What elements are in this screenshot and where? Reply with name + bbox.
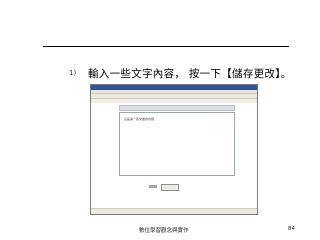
text-editor: 這是第一篇文章的內容 — [119, 112, 235, 176]
browser-content: 這是第一篇文章的內容 — [91, 103, 257, 209]
bullet-text: 輸入一些文字內容， 按一下【儲存更改】。 — [88, 68, 292, 80]
slide: 1) 輸入一些文字內容， 按一下【儲存更改】。 這是第一篇文章的內容 數位學習觀… — [0, 0, 320, 240]
footer-title: 數位學習觀念與實作 — [139, 228, 189, 234]
browser-statusbar — [91, 208, 257, 214]
editor-text: 這是第一篇文章的內容 — [124, 117, 155, 121]
save-row — [149, 184, 199, 191]
bullet-number: 1) — [69, 69, 77, 77]
save-label-mark — [149, 185, 157, 188]
save-button — [161, 184, 179, 191]
editor-toolbar — [119, 105, 235, 111]
browser-screenshot: 這是第一篇文章的內容 — [90, 84, 258, 215]
top-divider — [43, 46, 289, 47]
page-number: 84 — [288, 226, 295, 232]
